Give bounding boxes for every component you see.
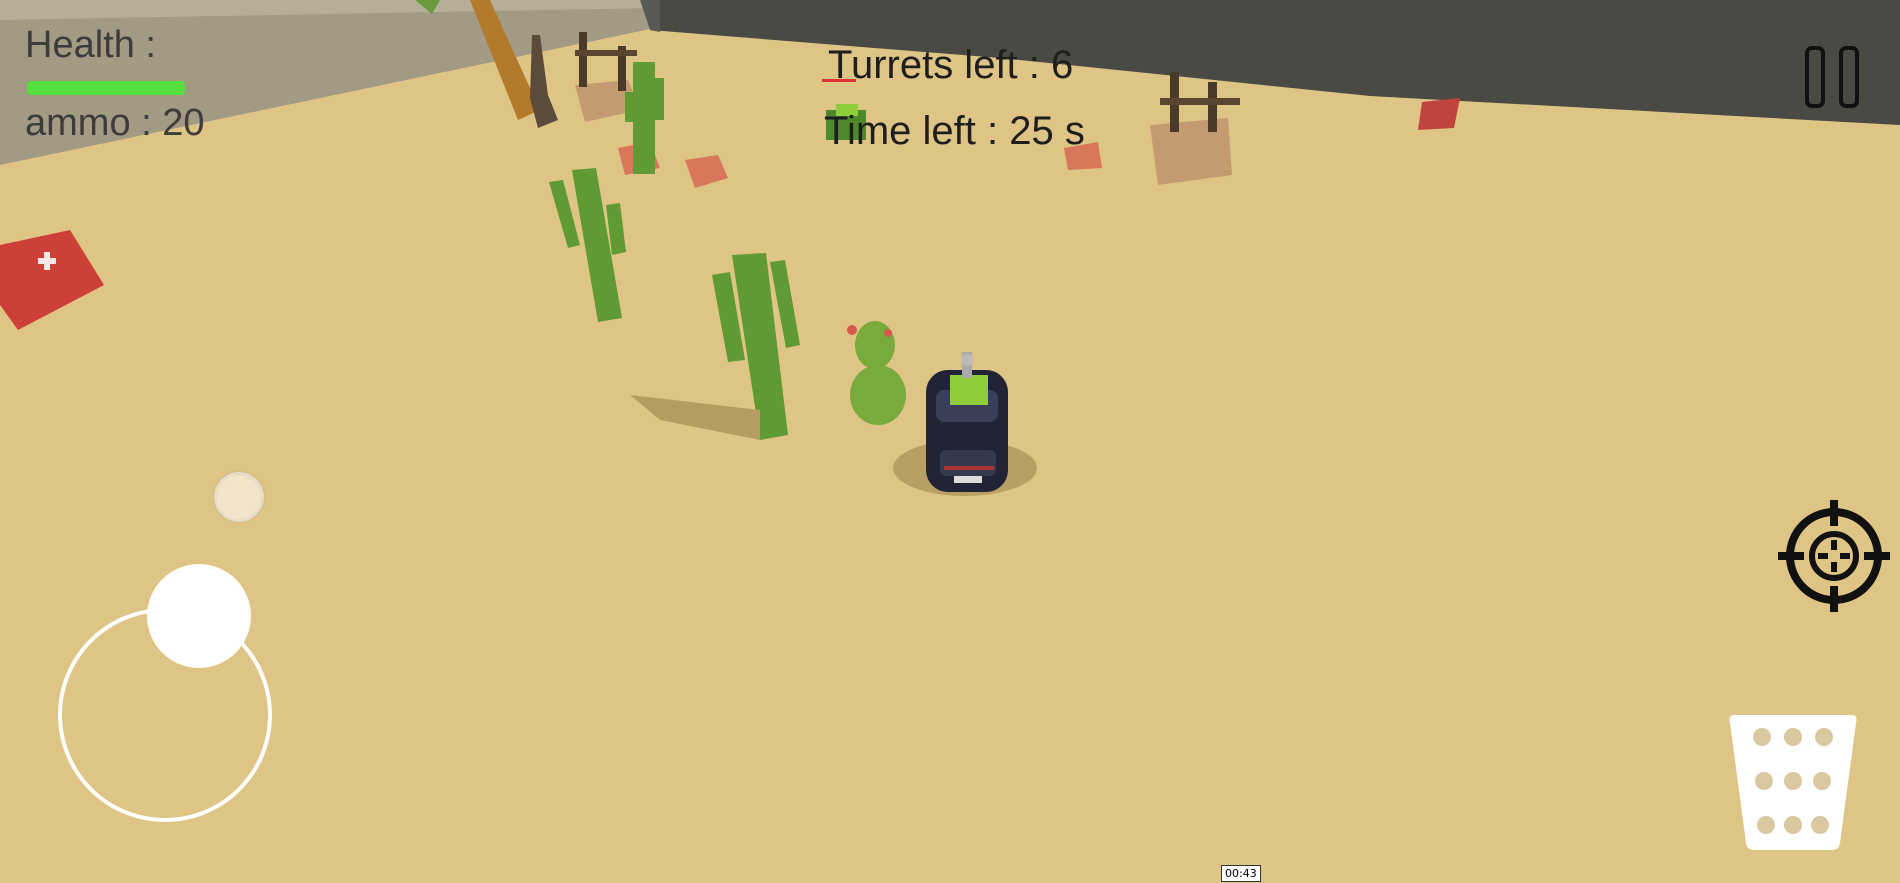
accelerator-pedal-button[interactable] xyxy=(1728,715,1858,850)
time-left-counter: Time left : 25 s xyxy=(824,109,1085,153)
health-label: Health : xyxy=(25,24,156,66)
crosshair-icon xyxy=(1778,500,1890,612)
ammo-counter: ammo : 20 xyxy=(25,102,205,144)
health-bar xyxy=(27,81,185,95)
video-timestamp: 00:43 xyxy=(1221,865,1261,882)
turrets-left-counter: Turrets left : 6 xyxy=(828,43,1074,87)
pause-button[interactable] xyxy=(1805,46,1867,116)
accelerator-pedal-icon xyxy=(1729,715,1857,850)
aim-fire-button[interactable] xyxy=(1778,500,1890,612)
medkit-pickup xyxy=(1418,98,1460,130)
joystick-knob[interactable] xyxy=(147,564,251,668)
health-bar-fill xyxy=(27,81,185,95)
touch-indicator xyxy=(214,472,264,522)
